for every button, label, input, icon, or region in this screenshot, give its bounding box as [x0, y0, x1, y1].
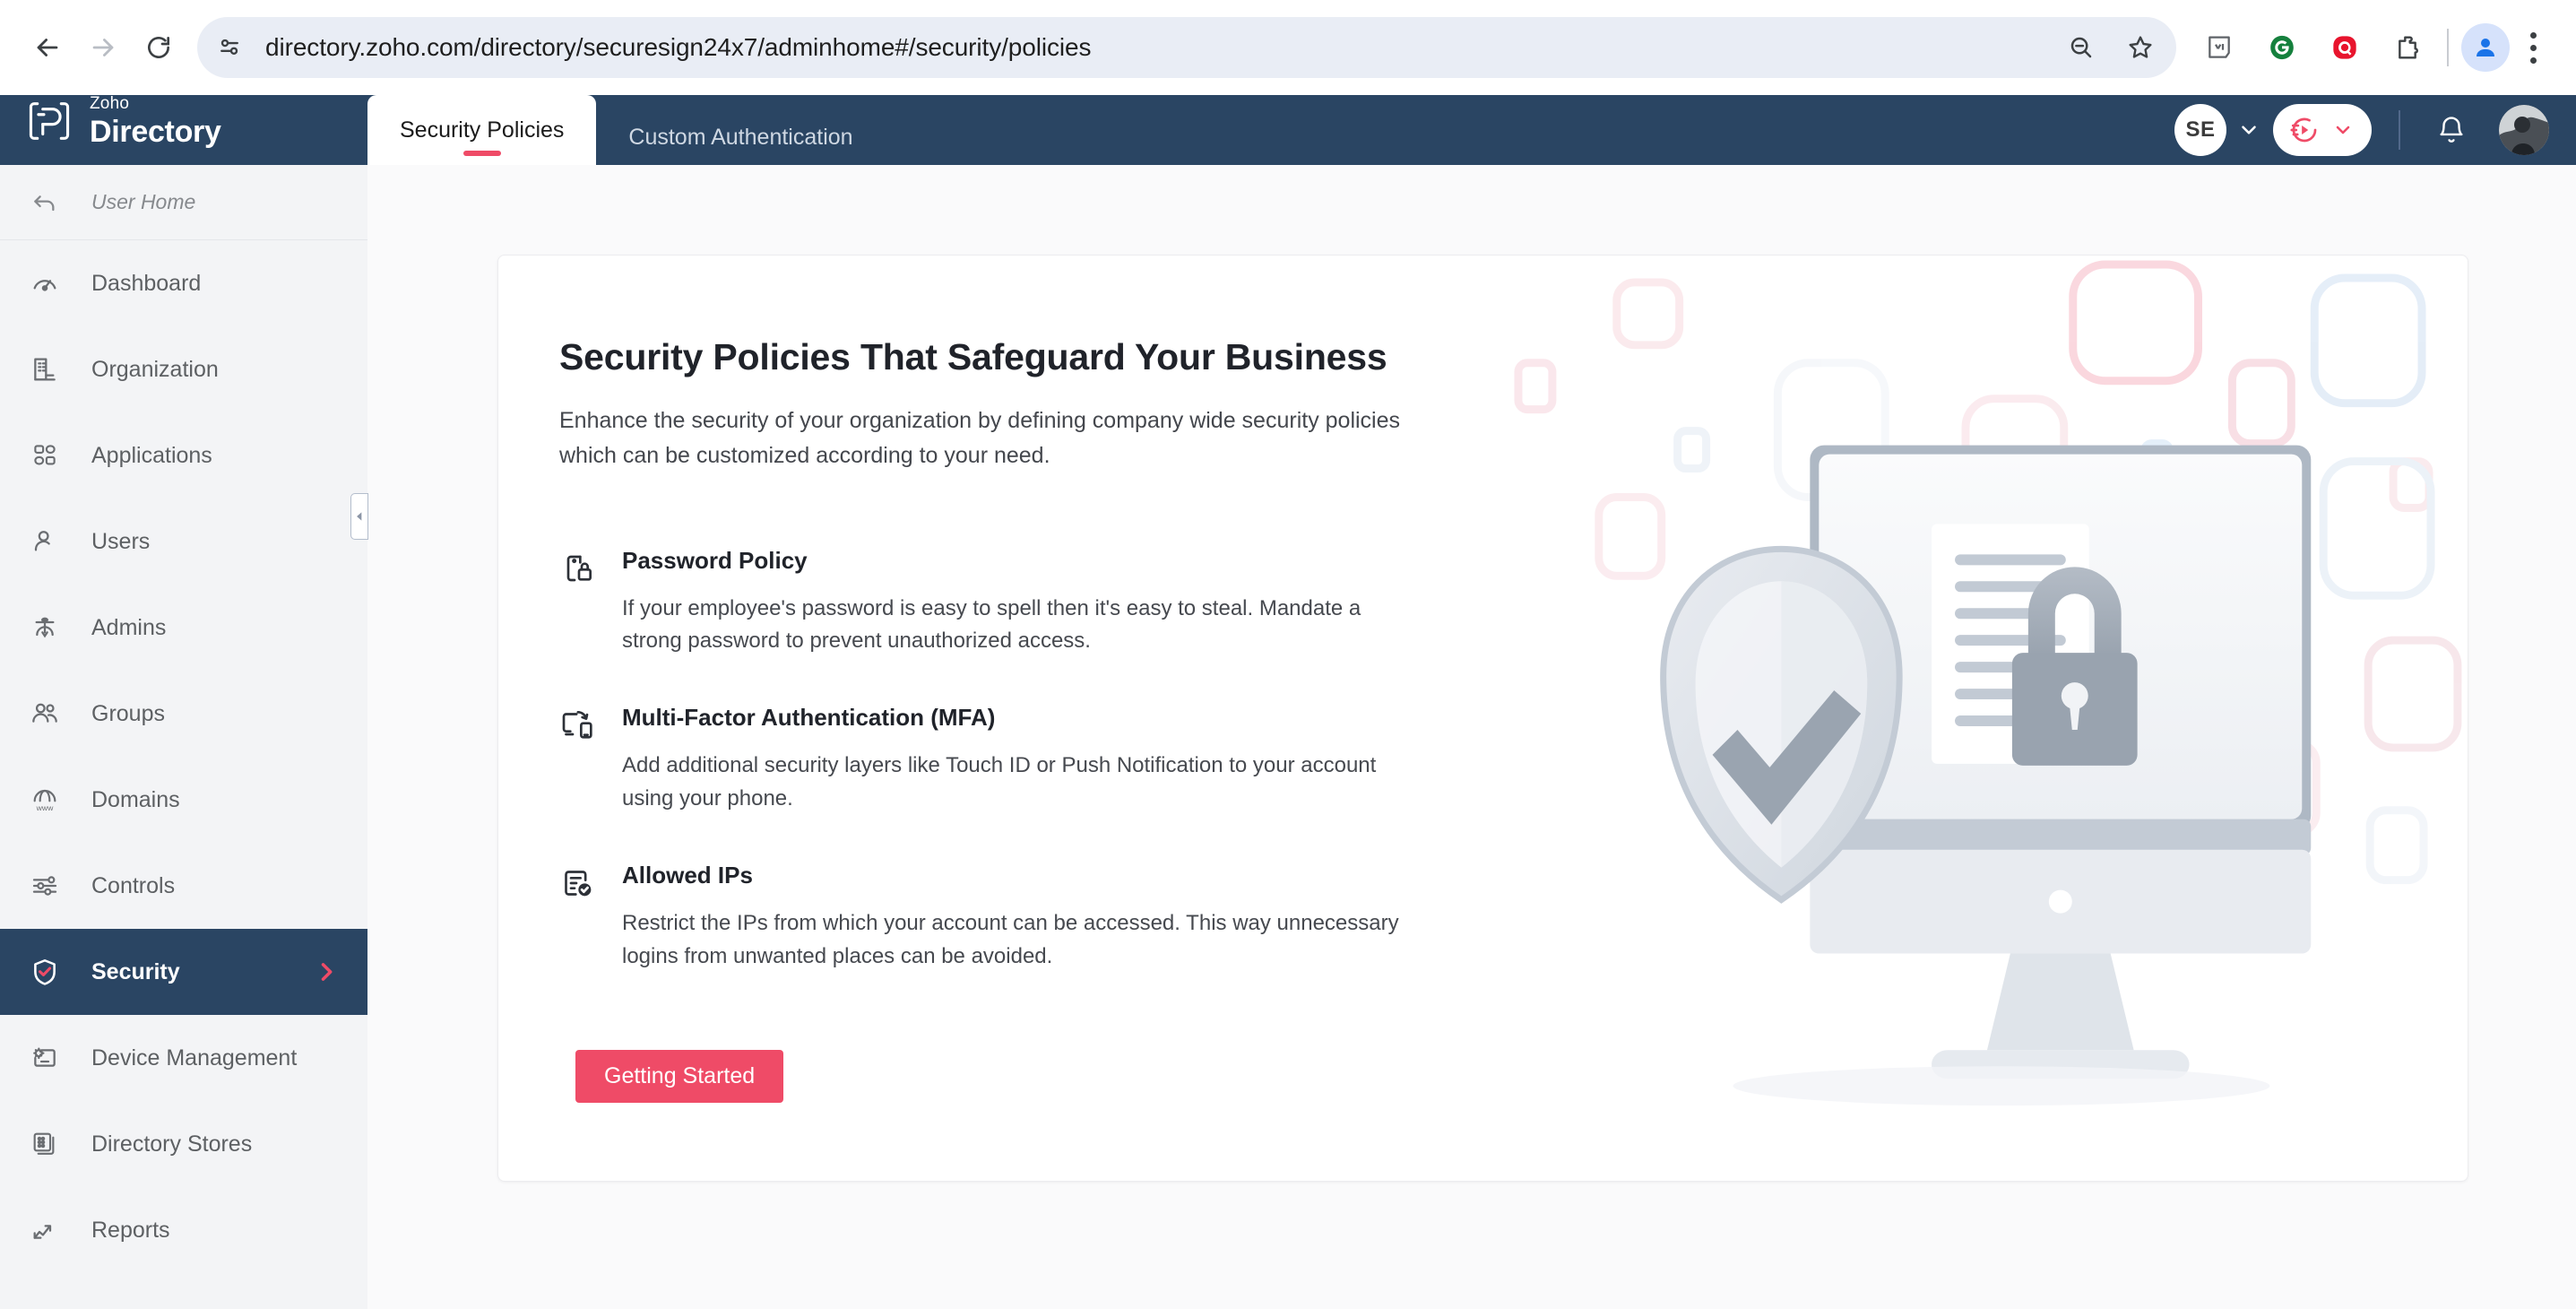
sidebar-item-controls[interactable]: Controls	[0, 843, 367, 929]
sidebar-item-users-label: Users	[91, 528, 151, 554]
security-policies-card: Security Policies That Safeguard Your Bu…	[497, 255, 2468, 1182]
product-switcher-button[interactable]	[2273, 104, 2372, 156]
sliders-icon	[25, 871, 65, 900]
user-icon	[25, 527, 65, 556]
zoom-out-icon[interactable]	[2054, 21, 2108, 74]
sidebar-item-users[interactable]: Users	[0, 498, 367, 585]
sidebar-item-directory-stores-label: Directory Stores	[91, 1131, 253, 1157]
www-globe-icon: www	[25, 785, 65, 814]
header-tabs: Security Policies Custom Authentication	[367, 95, 886, 165]
sidebar-item-admins[interactable]: Admins	[0, 585, 367, 671]
feature-allowed-ips: Allowed IPs Restrict the IPs from which …	[559, 862, 1404, 973]
feature-password-policy-desc: If your employee's password is easy to s…	[622, 595, 1361, 653]
sidebar-item-admins-label: Admins	[91, 614, 167, 640]
feature-password-policy-title: Password Policy	[622, 546, 808, 574]
sidebar-item-applications[interactable]: Applications	[0, 412, 367, 498]
sidebar-item-applications-label: Applications	[91, 442, 212, 468]
svg-text:www: www	[36, 803, 55, 812]
grid-apps-icon	[25, 442, 65, 469]
sidebar-item-domains-label: Domains	[91, 786, 180, 812]
feature-list: Password Policy If your employee's passw…	[559, 547, 1404, 974]
back-button[interactable]	[20, 20, 75, 75]
sidebar-item-groups[interactable]: Groups	[0, 671, 367, 757]
page-subtitle: Enhance the security of your organizatio…	[559, 408, 1401, 468]
address-bar[interactable]: directory.zoho.com/directory/securesign2…	[197, 17, 2176, 78]
getting-started-button[interactable]: Getting Started	[575, 1050, 784, 1104]
chrome-profile-avatar[interactable]	[2461, 23, 2510, 72]
notifications-bell-icon[interactable]	[2427, 106, 2476, 154]
tab-security-policies-label: Security Policies	[400, 117, 565, 143]
toolbar-divider	[2447, 29, 2449, 66]
back-arrow-icon	[25, 188, 65, 217]
admin-hat-icon	[25, 613, 65, 642]
tab-custom-authentication[interactable]: Custom Authentication	[596, 109, 885, 165]
feature-mfa: Multi-Factor Authentication (MFA) Add ad…	[559, 704, 1404, 815]
device-sync-icon	[559, 704, 599, 815]
shield-check-icon	[25, 957, 65, 987]
sidebar-item-dashboard-label: Dashboard	[91, 270, 202, 296]
sidebar-item-device-management[interactable]: Device Management	[0, 1015, 367, 1101]
site-info-icon[interactable]	[204, 22, 255, 73]
security-shield-monitor-illustration	[1464, 256, 2468, 1181]
page-body: User Home Dashboard Organization Applica…	[0, 165, 2576, 1309]
building-icon	[25, 355, 65, 384]
chrome-menu-button[interactable]	[2510, 31, 2556, 64]
org-initials-avatar[interactable]: SE	[2174, 104, 2226, 156]
device-gear-icon	[25, 1044, 65, 1072]
quillbot-extension-icon[interactable]	[2318, 21, 2372, 74]
app-header: Zoho Directory Security Policies Custom …	[0, 95, 2576, 165]
people-group-icon	[25, 699, 65, 728]
sidebar-item-user-home-label: User Home	[91, 190, 196, 213]
main-content: Security Policies That Safeguard Your Bu…	[367, 165, 2576, 1309]
bookmark-star-icon[interactable]	[2114, 21, 2167, 74]
tab-custom-authentication-label: Custom Authentication	[628, 124, 853, 150]
sidebar-item-device-management-label: Device Management	[91, 1045, 298, 1071]
header-divider	[2399, 110, 2400, 150]
sidebar-item-organization-label: Organization	[91, 356, 219, 382]
brand-bottom-label: Directory	[90, 115, 221, 149]
sidebar-item-user-home[interactable]: User Home	[0, 165, 367, 240]
brand-top-label: Zoho	[90, 94, 130, 113]
stores-icon	[25, 1130, 65, 1158]
active-tab-underline	[462, 151, 501, 156]
forward-button[interactable]	[75, 20, 131, 75]
sidebar-item-dashboard[interactable]: Dashboard	[0, 240, 367, 326]
sidebar-item-controls-label: Controls	[91, 872, 176, 898]
chevron-right-icon	[314, 959, 339, 984]
reload-button[interactable]	[131, 20, 186, 75]
sidebar-item-reports-label: Reports	[91, 1217, 170, 1243]
grammarly-extension-icon[interactable]	[2255, 21, 2309, 74]
gauge-icon	[25, 269, 65, 298]
feature-allowed-ips-title: Allowed IPs	[622, 862, 753, 889]
feature-password-policy: Password Policy If your employee's passw…	[559, 547, 1404, 658]
feature-mfa-title: Multi-Factor Authentication (MFA)	[622, 704, 996, 732]
sidebar: User Home Dashboard Organization Applica…	[0, 165, 368, 1309]
text-extension-icon[interactable]	[2192, 21, 2246, 74]
sidebar-item-groups-label: Groups	[91, 700, 165, 726]
page-title: Security Policies That Safeguard Your Bu…	[559, 336, 1387, 377]
feature-mfa-desc: Add additional security layers like Touc…	[622, 753, 1377, 811]
chart-up-icon	[25, 1216, 65, 1244]
user-avatar[interactable]	[2499, 105, 2549, 155]
sidebar-item-security[interactable]: Security	[0, 929, 367, 1015]
header-actions: SE	[2174, 104, 2576, 156]
zoho-directory-logo[interactable]: Zoho Directory	[0, 95, 367, 165]
tab-security-policies[interactable]: Security Policies	[367, 95, 597, 165]
feature-allowed-ips-desc: Restrict the IPs from which your account…	[622, 911, 1399, 968]
extensions-puzzle-icon[interactable]	[2381, 21, 2434, 74]
extensions-group	[2192, 21, 2434, 74]
url-text[interactable]: directory.zoho.com/directory/securesign2…	[255, 33, 1091, 62]
card-content: Security Policies That Safeguard Your Bu…	[498, 256, 1404, 1104]
sidebar-item-directory-stores[interactable]: Directory Stores	[0, 1101, 367, 1187]
sidebar-item-reports[interactable]: Reports	[0, 1187, 367, 1273]
sidebar-item-security-label: Security	[91, 958, 180, 984]
sidebar-item-domains[interactable]: www Domains	[0, 757, 367, 843]
org-chevron-down-icon[interactable]	[2237, 118, 2260, 142]
browser-toolbar: directory.zoho.com/directory/securesign2…	[0, 0, 2576, 95]
document-check-icon	[559, 862, 599, 973]
sidebar-item-organization[interactable]: Organization	[0, 326, 367, 412]
phone-lock-icon	[559, 547, 599, 658]
sidebar-collapse-handle[interactable]	[350, 493, 368, 540]
